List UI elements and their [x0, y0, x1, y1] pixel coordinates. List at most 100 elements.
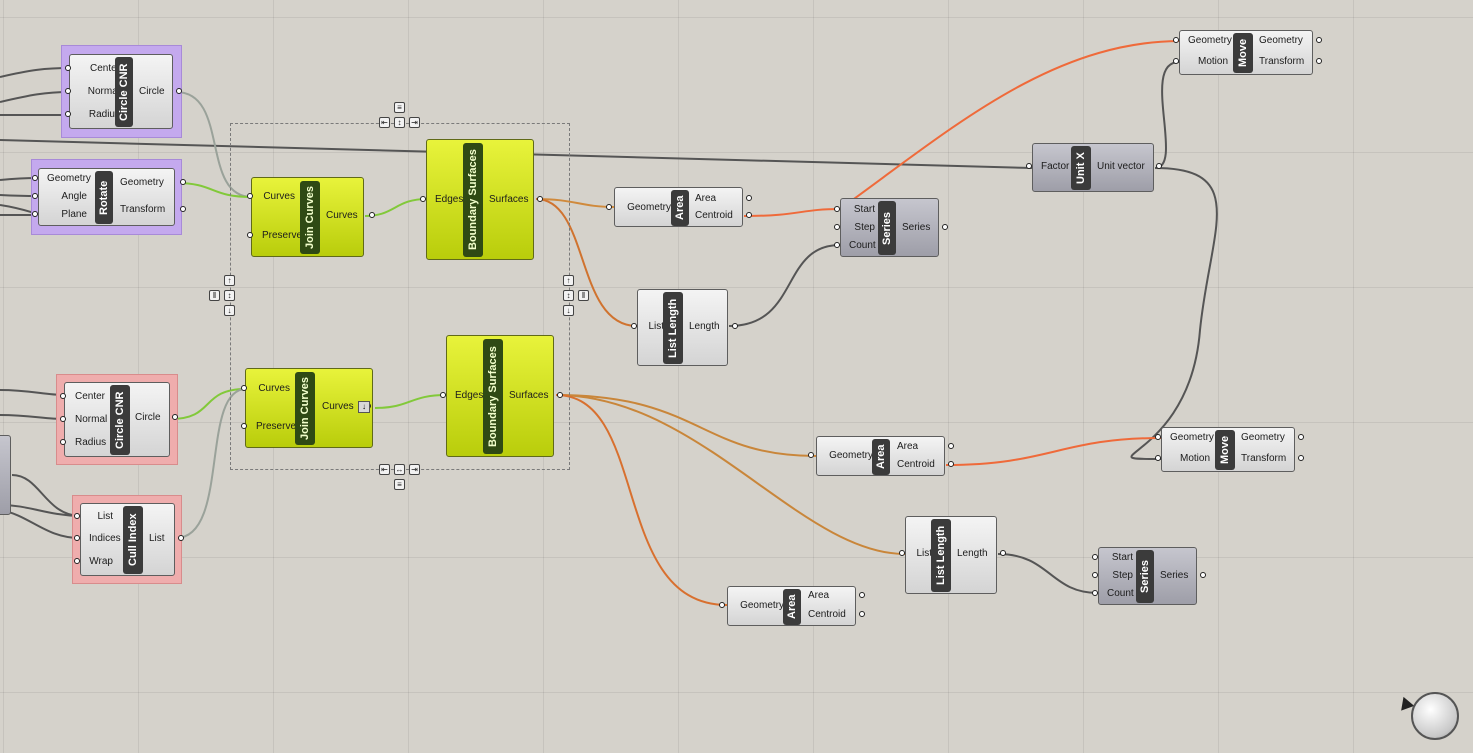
preserve-input[interactable]: Preserve — [247, 230, 302, 242]
align-center-icon[interactable]: ↔ — [394, 464, 405, 475]
factor-input[interactable]: Factor — [1026, 161, 1069, 173]
geometry-input[interactable]: Geometry — [32, 173, 93, 185]
area-output[interactable]: Area — [802, 590, 865, 602]
start-input[interactable]: Start — [1092, 552, 1139, 564]
move-component[interactable]: Geometry Motion Move Geometry Transform — [1155, 427, 1304, 472]
transform-output[interactable]: Transform — [1235, 453, 1304, 465]
boundary-surfaces-component[interactable]: Edges Boundary Surfaces Surfaces — [440, 335, 563, 457]
area-output[interactable]: Area — [891, 441, 954, 453]
circle-cnr-component[interactable]: Center Normal Radius Circle CNR Circle — [60, 382, 178, 457]
series-component[interactable]: Start Step Count Series Series — [1092, 547, 1206, 605]
preserve-input[interactable]: Preserve — [241, 421, 296, 433]
curves-output[interactable]: Curves — [316, 401, 371, 413]
boundary-surfaces-component[interactable]: Edges Boundary Surfaces Surfaces — [420, 139, 543, 260]
list-output[interactable]: List — [143, 533, 184, 545]
align-center-icon[interactable]: ↕ — [224, 290, 235, 301]
align-up-icon[interactable]: ≡ — [394, 102, 405, 113]
align-up-icon[interactable]: ↑ — [563, 275, 574, 286]
transform-output[interactable]: Transform — [114, 204, 186, 216]
transform-output[interactable]: Transform — [1253, 56, 1322, 68]
flatten-flag-icon: ↓ — [358, 401, 370, 413]
align-right-icon[interactable]: ⇥ — [409, 117, 420, 128]
surfaces-output[interactable]: Surfaces — [483, 194, 543, 206]
curves-output[interactable]: Curves — [320, 210, 375, 222]
area-component[interactable]: Geometry Area Area Centroid — [719, 586, 865, 626]
geometry-input[interactable]: Geometry — [606, 202, 677, 214]
join-curves-component[interactable]: Curves Preserve Join Curves Curves — [241, 368, 373, 448]
series-output[interactable]: Series — [1154, 570, 1206, 582]
partial-component-left[interactable] — [0, 435, 11, 515]
align-down-icon[interactable]: ↓ — [563, 305, 574, 316]
motion-input[interactable]: Motion — [1155, 453, 1216, 465]
geometry-output[interactable]: Geometry — [114, 177, 186, 189]
unit-vector-output[interactable]: Unit vector — [1091, 161, 1162, 173]
geometry-input[interactable]: Geometry — [1155, 432, 1216, 444]
component-name: Area — [671, 190, 689, 226]
align-left-icon[interactable]: ⇤ — [379, 464, 390, 475]
area-component[interactable]: Geometry Area Area Centroid — [808, 436, 954, 476]
align-down-icon[interactable]: ↓ — [224, 305, 235, 316]
centroid-output[interactable]: Centroid — [802, 609, 865, 621]
centroid-output[interactable]: Centroid — [891, 459, 954, 471]
indices-input[interactable]: Indices — [74, 533, 121, 545]
circle-output[interactable]: Circle — [129, 412, 178, 424]
list-length-component[interactable]: List List Length Length — [899, 516, 1006, 594]
geometry-output[interactable]: Geometry — [1253, 35, 1322, 47]
curves-input[interactable]: Curves — [247, 191, 301, 203]
motion-input[interactable]: Motion — [1173, 56, 1234, 68]
component-name: Move — [1215, 430, 1235, 470]
component-name: Move — [1233, 33, 1253, 73]
component-name: Area — [872, 439, 890, 475]
component-name: Cull Index — [123, 506, 143, 574]
center-input[interactable]: Center — [60, 391, 111, 403]
geometry-input[interactable]: Geometry — [1173, 35, 1234, 47]
count-input[interactable]: Count — [834, 240, 881, 252]
align-right-icon[interactable]: ⦀ — [578, 290, 589, 301]
angle-input[interactable]: Angle — [32, 191, 93, 203]
step-input[interactable]: Step — [834, 222, 881, 234]
list-length-component[interactable]: List List Length Length — [631, 289, 738, 366]
geometry-output[interactable]: Geometry — [1235, 432, 1304, 444]
join-curves-component[interactable]: Curves Preserve Join Curves Curves — [247, 177, 375, 257]
circle-cnr-component[interactable]: Center Normal Radius Circle CNR Circle — [65, 54, 182, 129]
series-component[interactable]: Start Step Count Series Series — [834, 198, 948, 257]
length-output[interactable]: Length — [683, 321, 738, 333]
start-input[interactable]: Start — [834, 204, 881, 216]
edges-input[interactable]: Edges — [440, 390, 483, 402]
step-input[interactable]: Step — [1092, 570, 1139, 582]
geometry-input[interactable]: Geometry — [808, 450, 879, 462]
cull-index-component[interactable]: List Indices Wrap Cull Index List — [74, 503, 184, 576]
count-input[interactable]: Count — [1092, 588, 1139, 600]
list-input[interactable]: List — [74, 511, 119, 523]
move-component[interactable]: Geometry Motion Move Geometry Transform — [1173, 30, 1322, 75]
wire — [0, 389, 65, 396]
align-up-icon[interactable]: ↑ — [224, 275, 235, 286]
centroid-output[interactable]: Centroid — [689, 210, 752, 222]
area-component[interactable]: Geometry Area Area Centroid — [606, 187, 752, 227]
align-left-icon[interactable]: ⦀ — [209, 290, 220, 301]
normal-input[interactable]: Normal — [60, 414, 111, 426]
align-left-icon[interactable]: ⇤ — [379, 117, 390, 128]
length-output[interactable]: Length — [951, 548, 1006, 560]
align-center-icon[interactable]: ↕ — [563, 290, 574, 301]
navigation-compass-icon[interactable] — [1411, 692, 1459, 740]
component-name: Join Curves — [295, 372, 315, 445]
align-center-icon[interactable]: ↕ — [394, 117, 405, 128]
plane-input[interactable]: Plane — [32, 209, 93, 221]
radius-input[interactable]: Radius — [60, 437, 111, 449]
wire — [555, 394, 728, 606]
geometry-input[interactable]: Geometry — [719, 600, 790, 612]
wire — [0, 414, 65, 420]
wire — [1154, 61, 1180, 169]
align-down-icon[interactable]: ≡ — [394, 479, 405, 490]
surfaces-output[interactable]: Surfaces — [503, 390, 563, 402]
edges-input[interactable]: Edges — [420, 194, 463, 206]
series-output[interactable]: Series — [896, 222, 948, 234]
wrap-input[interactable]: Wrap — [74, 556, 119, 568]
align-right-icon[interactable]: ⇥ — [409, 464, 420, 475]
circle-output[interactable]: Circle — [133, 86, 182, 98]
rotate-component[interactable]: Geometry Angle Plane Rotate Geometry Tra… — [32, 168, 186, 226]
curves-input[interactable]: Curves — [241, 383, 296, 395]
unit-x-component[interactable]: Factor Unit X Unit vector — [1026, 143, 1162, 192]
area-output[interactable]: Area — [689, 193, 752, 205]
